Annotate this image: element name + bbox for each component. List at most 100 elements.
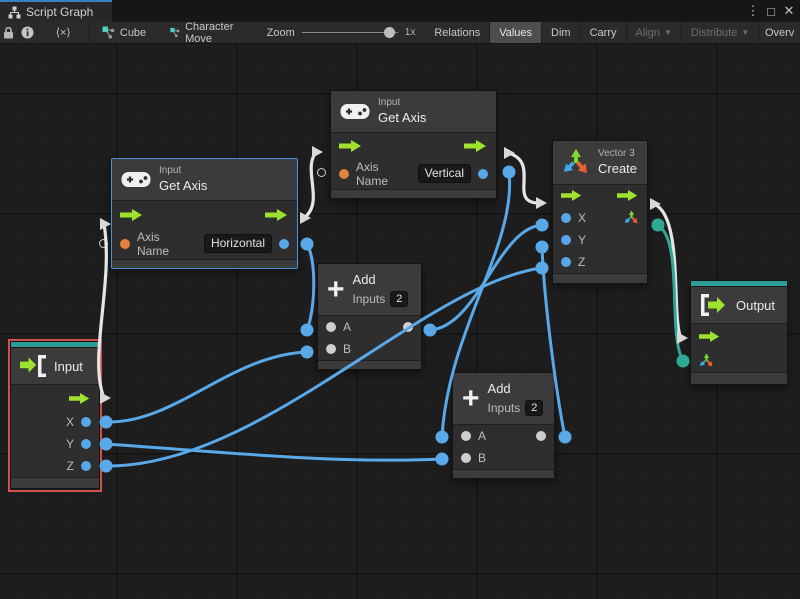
flow-in-port[interactable] [699,331,721,342]
node-category: Input [159,165,207,178]
window-menu-icon[interactable]: ⋮ [744,0,762,22]
node-title: Get Axis [159,178,207,194]
port-label: X [66,415,74,429]
flow-in-port[interactable] [561,190,583,201]
node-title: Add [488,381,544,397]
node-header: Input Get Axis [331,91,496,133]
node-add-top[interactable]: + Add Inputs 2 A B [317,263,422,370]
flow-row [112,201,297,229]
value-out-port[interactable] [279,239,289,249]
breadcrumb-character-move[interactable]: Character Move [158,22,257,43]
vector3-out-port[interactable] [624,210,639,225]
subgraph-icon [102,26,115,39]
info-button[interactable] [19,22,38,43]
node-get-axis-horizontal[interactable]: Input Get Axis Axis Name Horizontal [111,158,298,269]
node-add-bottom[interactable]: + Add Inputs 2 A B [452,372,555,479]
port-label: A [478,429,486,443]
value-out-port[interactable] [478,169,488,179]
zoom-slider-handle[interactable] [384,27,395,38]
node-vector3-create[interactable]: Vector 3 Create X Y Z [552,140,648,284]
inputs-label: Inputs [353,292,386,307]
script-graph-window: Script Graph ⋮ □ ✕ ⟨×⟩ [0,0,800,599]
z-input-port[interactable] [561,257,571,267]
flow-out-port[interactable] [617,190,639,201]
flow-row [11,385,99,411]
align-dropdown[interactable]: Align ▼ [627,22,682,43]
node-footer [112,259,297,268]
carry-button[interactable]: Carry [581,22,627,43]
dim-button[interactable]: Dim [542,22,581,43]
flow-in-port[interactable] [339,140,363,152]
flow-row [553,185,647,207]
code-view-button[interactable]: ⟨×⟩ [38,22,90,43]
node-title: Output [736,298,775,313]
axis-name-field[interactable]: Vertical [418,164,471,183]
node-header: + Add Inputs 2 [318,264,421,316]
axis-name-field[interactable]: Horizontal [204,234,272,253]
input-node-selection: Input X Y Z [8,339,102,492]
sum-out-port[interactable] [536,431,546,441]
flow-out-port[interactable] [464,140,488,152]
axis-name-input-port[interactable] [339,169,349,179]
node-footer [553,273,647,283]
node-footer [318,360,421,369]
vector3-in-port[interactable] [699,353,714,368]
distribute-dropdown[interactable]: Distribute ▼ [682,22,759,43]
node-get-axis-vertical[interactable]: Input Get Axis Axis Name Vertical [330,90,497,199]
x-out-port[interactable] [81,417,91,427]
y-out-port[interactable] [81,439,91,449]
input-a-port[interactable] [326,322,336,332]
flow-in-port[interactable] [120,209,144,221]
unconnected-port-ring [317,168,326,177]
node-footer [453,469,554,478]
flow-out-port[interactable] [265,209,289,221]
y-input-port[interactable] [561,235,571,245]
node-output[interactable]: Output [690,280,788,385]
output-icon [700,294,728,316]
values-button[interactable]: Values [490,22,542,43]
node-title: Create [598,161,637,177]
zoom-slider[interactable] [302,32,398,33]
overview-button[interactable]: Overv [759,22,800,43]
axis-name-input-port[interactable] [120,239,130,249]
input-b-port[interactable] [461,453,471,463]
param-row: Axis Name Horizontal [112,229,297,259]
window-close-icon[interactable]: ✕ [780,0,798,22]
node-header: Input Get Axis [112,159,297,201]
port-row-a: A [318,316,421,338]
param-row: Axis Name Vertical [331,159,496,189]
sum-out-port[interactable] [403,322,413,332]
graph-icon [8,6,21,19]
node-title: Input [54,359,83,374]
inputs-count-field[interactable]: 2 [390,291,408,307]
gamepad-icon [121,170,151,189]
flow-row [331,133,496,159]
info-icon [21,26,34,39]
input-b-port[interactable] [326,344,336,354]
tab-script-graph[interactable]: Script Graph [0,0,112,22]
graph-toolbar: ⟨×⟩ Cube Character Move Zoom [0,22,800,44]
x-input-port[interactable] [561,213,571,223]
input-a-port[interactable] [461,431,471,441]
node-category: Vector 3 [598,148,637,161]
breadcrumb-cube[interactable]: Cube [90,22,158,43]
port-row-y: Y [11,433,99,455]
node-title: Get Axis [378,110,426,126]
zoom-label: Zoom [267,27,295,39]
add-icon: + [462,386,480,412]
inputs-label: Inputs [488,401,521,416]
node-footer [11,477,99,488]
node-header: Output [691,287,787,324]
inputs-count-field[interactable]: 2 [525,400,543,416]
unconnected-port-ring [99,239,108,248]
window-maximize-icon[interactable]: □ [762,0,780,22]
param-label: Axis Name [137,230,190,258]
port-label: X [578,211,586,225]
flow-out-port[interactable] [69,393,91,404]
node-input[interactable]: Input X Y Z [10,341,100,489]
z-out-port[interactable] [81,461,91,471]
relations-button[interactable]: Relations [425,22,490,43]
node-footer [331,189,496,198]
node-category: Input [378,97,426,110]
lock-button[interactable] [0,22,19,43]
